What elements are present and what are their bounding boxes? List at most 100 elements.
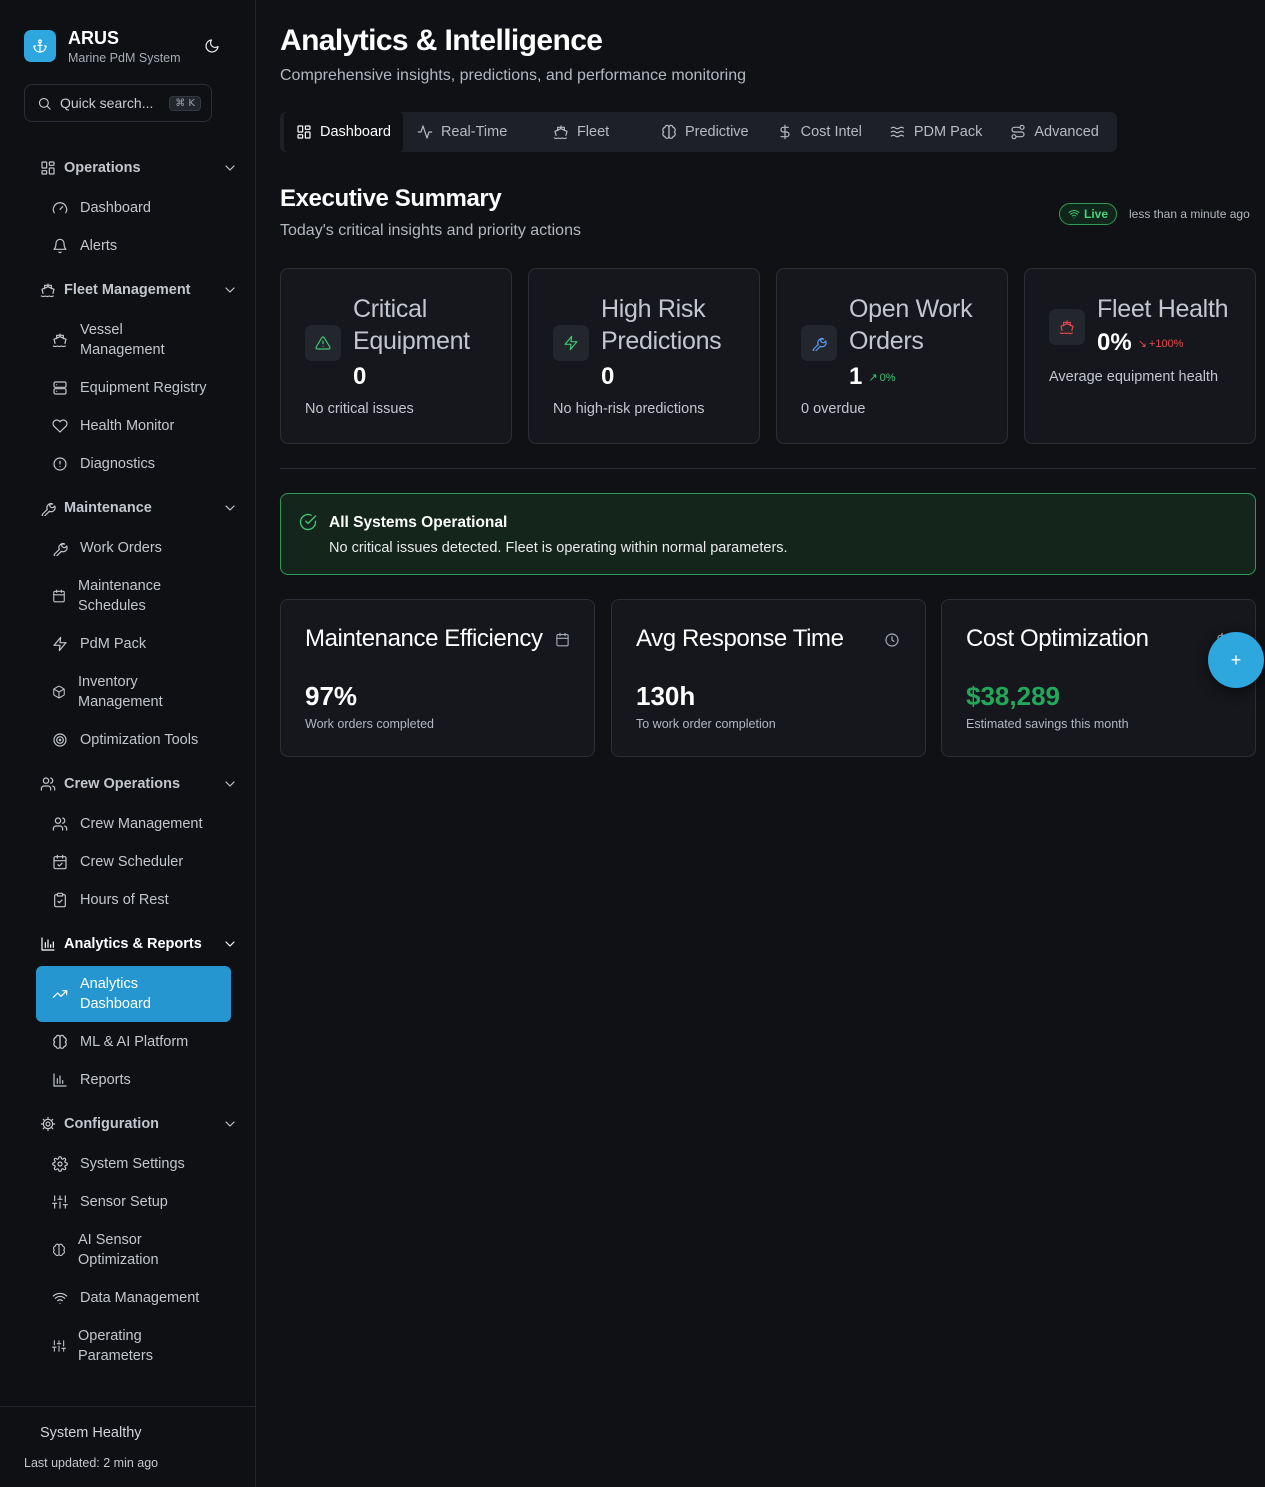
chevron-down-icon bbox=[222, 500, 238, 516]
alert-title: All Systems Operational bbox=[329, 514, 508, 531]
tab-label: Predictive bbox=[684, 124, 749, 140]
add-button[interactable]: + bbox=[1208, 632, 1264, 688]
settings-icon bbox=[52, 1156, 68, 1172]
ship-icon bbox=[52, 332, 68, 348]
nav-group-operations[interactable]: Operations bbox=[40, 156, 240, 180]
tab-label: Dashboard bbox=[320, 124, 391, 140]
tab-cost-intel[interactable]: Cost Intel bbox=[763, 112, 876, 152]
sidebar-item-diagnostics[interactable]: Diagnostics bbox=[36, 454, 231, 474]
metric-value: 130h bbox=[636, 681, 696, 711]
sidebar-item-maintenance-schedules[interactable]: Maintenance Schedules bbox=[36, 576, 231, 616]
sidebar-item-optimization-tools[interactable]: Optimization Tools bbox=[36, 730, 231, 750]
metric-card-cost-optimization[interactable]: Cost Optimization $38,289 Estimated savi… bbox=[941, 599, 1256, 757]
metric-title: Avg Response Time bbox=[636, 625, 844, 652]
target-icon bbox=[52, 732, 68, 748]
sidebar-item-inventory-management[interactable]: Inventory Management bbox=[36, 672, 231, 712]
sidebar-item-work-orders[interactable]: Work Orders bbox=[36, 538, 231, 558]
nav-group-configuration[interactable]: Configuration bbox=[40, 1112, 240, 1136]
moon-icon[interactable] bbox=[204, 38, 220, 54]
sidebar-item-label: Optimization Tools bbox=[80, 732, 199, 748]
sidebar-item-sensor-setup[interactable]: Sensor Setup bbox=[36, 1192, 231, 1212]
sidebar-item-ai-sensor-optimization[interactable]: AI Sensor Optimization bbox=[36, 1230, 231, 1270]
calendar-check-icon bbox=[52, 854, 68, 870]
sidebar-item-alerts[interactable]: Alerts bbox=[36, 236, 231, 256]
sidebar-item-crew-scheduler[interactable]: Crew Scheduler bbox=[36, 852, 231, 872]
bar-chart-icon bbox=[52, 1072, 68, 1088]
ship-icon bbox=[553, 124, 569, 140]
nav-group-label: Operations bbox=[64, 160, 141, 176]
nav-group-analytics-reports[interactable]: Analytics & Reports bbox=[40, 932, 240, 956]
metric-title: Cost Optimization bbox=[966, 625, 1149, 652]
sidebar-item-analytics-dashboard[interactable]: Analytics Dashboard bbox=[36, 966, 231, 1022]
sidebar-item-dashboard[interactable]: Dashboard bbox=[36, 198, 231, 218]
tab-predictive[interactable]: Predictive bbox=[647, 112, 763, 152]
calendar-icon bbox=[555, 632, 570, 647]
users-icon bbox=[40, 776, 56, 792]
chevron-down-icon bbox=[222, 776, 238, 792]
sidebar-item-label: Operating Parameters bbox=[78, 1328, 153, 1364]
search-input[interactable]: Quick search... ⌘ K bbox=[24, 84, 212, 122]
sidebar-item-label: Sensor Setup bbox=[80, 1194, 168, 1210]
tab-label: Advanced bbox=[1034, 124, 1099, 140]
users-icon bbox=[52, 816, 68, 832]
sidebar-item-reports[interactable]: Reports bbox=[36, 1070, 231, 1090]
nav-group-maintenance[interactable]: Maintenance bbox=[40, 496, 240, 520]
bell-icon bbox=[52, 238, 68, 254]
sidebar-item-hours-of-rest[interactable]: Hours of Rest bbox=[36, 890, 231, 910]
sidebar-item-label: Equipment Registry bbox=[80, 380, 207, 396]
dollar-icon bbox=[777, 124, 793, 140]
tab-fleet[interactable]: Fleet bbox=[537, 112, 647, 152]
sidebar-footer: System Healthy Last updated: 2 min ago bbox=[0, 1406, 256, 1487]
kpi-card-critical-equipment[interactable]: Critical Equipment 0 No critical issues bbox=[280, 268, 512, 444]
sidebar-item-system-settings[interactable]: System Settings bbox=[36, 1154, 231, 1174]
tab-label: PDM Pack bbox=[913, 124, 983, 140]
sidebar-item-label: Maintenance Schedules bbox=[78, 578, 162, 614]
tab-real-time[interactable]: Real-Time bbox=[403, 112, 537, 152]
clipboard-check-icon bbox=[52, 892, 68, 908]
chevron-down-icon bbox=[222, 282, 238, 298]
bar-chart-icon bbox=[40, 936, 56, 952]
status-alert: All Systems Operational No critical issu… bbox=[280, 493, 1256, 575]
sidebar-item-vessel-management[interactable]: Vessel Management bbox=[36, 320, 231, 360]
grid-icon bbox=[40, 160, 56, 176]
metric-title: Maintenance Efficiency bbox=[305, 625, 543, 652]
metric-card-maintenance-efficiency[interactable]: Maintenance Efficiency 97% Work orders c… bbox=[280, 599, 595, 757]
sidebar-item-ml-ai-platform[interactable]: ML & AI Platform bbox=[36, 1032, 231, 1052]
alert-circle-icon bbox=[52, 456, 68, 472]
sliders-icon bbox=[52, 1194, 68, 1210]
sidebar-item-crew-management[interactable]: Crew Management bbox=[36, 814, 231, 834]
divider bbox=[280, 468, 1256, 469]
sidebar-item-pdm-pack[interactable]: PdM Pack bbox=[36, 634, 231, 654]
tab-label: Real-Time bbox=[440, 124, 508, 140]
sidebar-item-health-monitor[interactable]: Health Monitor bbox=[36, 416, 231, 436]
activity-icon bbox=[417, 124, 433, 140]
kpi-title: Open Work Orders bbox=[849, 295, 973, 355]
kpi-title: Critical Equipment bbox=[353, 295, 470, 355]
nav-group-fleet-management[interactable]: Fleet Management bbox=[40, 278, 240, 302]
wrench-icon bbox=[52, 540, 68, 556]
nav-group-crew-operations[interactable]: Crew Operations bbox=[40, 772, 240, 796]
sidebar-item-operating-parameters[interactable]: Operating Parameters bbox=[36, 1326, 231, 1366]
brand[interactable]: ARUS Marine PdM System bbox=[24, 28, 181, 65]
kpi-card-high-risk-predictions[interactable]: High Risk Predictions 0 No high-risk pred… bbox=[528, 268, 760, 444]
sidebar-item-equipment-registry[interactable]: Equipment Registry bbox=[36, 378, 231, 398]
metric-description: Estimated savings this month bbox=[966, 717, 1129, 731]
route-icon bbox=[1010, 124, 1026, 140]
search-icon bbox=[37, 96, 52, 111]
sidebar-item-label: Hours of Rest bbox=[80, 892, 169, 908]
kpi-card-fleet-health[interactable]: Fleet Health 0% ↘ +100% Average equipment … bbox=[1024, 268, 1256, 444]
sidebar-item-label: Data Management bbox=[80, 1290, 200, 1306]
sidebar-item-data-management[interactable]: Data Management bbox=[36, 1288, 231, 1308]
alert-triangle-icon bbox=[305, 325, 341, 361]
tab-advanced[interactable]: Advanced bbox=[996, 112, 1113, 152]
metric-card-avg-response-time[interactable]: Avg Response Time 130h To work order com… bbox=[611, 599, 926, 757]
tab-pdm-pack[interactable]: PDM Pack bbox=[876, 112, 997, 152]
kpi-card-open-work-orders[interactable]: Open Work Orders 1 ↗ 0% 0 overdue bbox=[776, 268, 1008, 444]
plus-icon: + bbox=[1230, 649, 1242, 670]
metric-description: To work order completion bbox=[636, 717, 776, 731]
waves-icon bbox=[890, 124, 906, 140]
sidebar-item-label: Dashboard bbox=[80, 200, 151, 216]
sidebar-item-label: Crew Scheduler bbox=[80, 854, 184, 870]
search-shortcut: ⌘ K bbox=[169, 95, 201, 111]
tab-dashboard[interactable]: Dashboard bbox=[284, 112, 403, 152]
